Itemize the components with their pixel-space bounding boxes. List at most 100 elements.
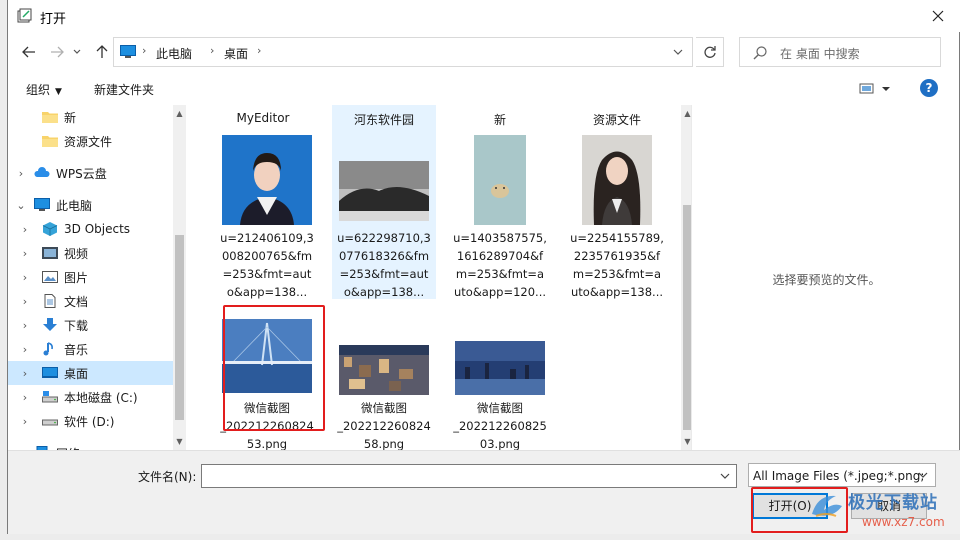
- chevron-down-icon: [918, 472, 928, 478]
- sidebar-item-videos[interactable]: › 视频: [8, 241, 173, 265]
- file-item[interactable]: 微信截图 _202212260824 58.png: [332, 309, 436, 450]
- folder-icon: [42, 112, 58, 123]
- chevron-right-icon[interactable]: ›: [8, 271, 42, 284]
- cube-icon: [42, 222, 58, 236]
- organize-menu[interactable]: 组织 ▼: [26, 81, 62, 98]
- sidebar-item-pictures[interactable]: › 图片: [8, 265, 173, 289]
- navigation-scrollbar[interactable]: ▲ ▼: [173, 105, 186, 450]
- arrow-left-icon: [22, 46, 35, 58]
- sidebar-item-network[interactable]: › 网络: [8, 441, 173, 450]
- file-item[interactable]: u=1403587575, 1616289704&f m=253&fmt=a u…: [448, 131, 552, 299]
- back-button[interactable]: [18, 41, 40, 63]
- city-thumbnail: [339, 345, 429, 395]
- scroll-down-icon[interactable]: ▼: [681, 435, 691, 449]
- sidebar-item-downloads[interactable]: › 下载: [8, 313, 173, 337]
- refresh-button[interactable]: [696, 37, 724, 67]
- scroll-down-icon[interactable]: ▼: [173, 435, 186, 449]
- file-list: MyEditor 河东软件园 新 资源文件 u=212406109,3 0082…: [186, 105, 691, 450]
- portrait-thumbnail: [222, 135, 312, 225]
- folder-item[interactable]: MyEditor: [211, 105, 315, 131]
- filename-dropdown-button[interactable]: [718, 469, 732, 483]
- file-item[interactable]: u=2254155789, 2235761935&f m=253&fmt=a u…: [565, 131, 669, 299]
- file-name-line: u=2254155789,: [570, 231, 664, 245]
- sidebar-item-label: 本地磁盘 (C:): [64, 390, 138, 405]
- forward-button[interactable]: [46, 41, 68, 63]
- scroll-up-icon[interactable]: ▲: [173, 107, 186, 121]
- sidebar-item-label: 图片: [64, 270, 89, 285]
- chevron-right-icon[interactable]: ›: [8, 167, 34, 180]
- background-window: [0, 0, 7, 540]
- cancel-button[interactable]: 取消: [851, 493, 927, 519]
- caret-down-icon: ▼: [55, 87, 62, 97]
- file-item[interactable]: u=622298710,3 077618326&fm =253&fmt=aut …: [332, 131, 436, 299]
- file-list-scrollbar[interactable]: ▲ ▼: [681, 105, 691, 450]
- sidebar-item-resources[interactable]: 资源文件: [8, 129, 173, 153]
- change-view-button[interactable]: [858, 80, 894, 98]
- breadcrumb-desktop[interactable]: 桌面: [224, 45, 248, 62]
- up-button[interactable]: [91, 41, 113, 63]
- file-name-line: o&app=138...: [226, 285, 308, 299]
- sidebar-item-drive-c[interactable]: › 本地磁盘 (C:): [8, 385, 173, 409]
- annotation-highlight-box: [223, 305, 325, 431]
- cloud-icon: [34, 167, 50, 177]
- file-name: u=622298710,3 077618326&fm =253&fmt=aut …: [332, 229, 436, 301]
- file-item[interactable]: u=212406109,3 008200765&fm =253&fmt=aut …: [215, 131, 319, 299]
- folder-item[interactable]: 河东软件园: [332, 105, 436, 131]
- close-icon: [932, 10, 944, 22]
- folder-icon: [42, 136, 58, 147]
- breadcrumb-this-pc[interactable]: 此电脑: [156, 45, 192, 62]
- chevron-right-icon[interactable]: ›: [8, 247, 42, 260]
- search-box[interactable]: 在 桌面 中搜索: [739, 37, 941, 67]
- file-name-line: 077618326&fm: [338, 249, 430, 263]
- sidebar-item-label: 此电脑: [56, 198, 93, 213]
- sidebar-item-new[interactable]: 新: [8, 105, 173, 129]
- recent-locations-button[interactable]: [70, 41, 84, 63]
- drive-icon: [42, 419, 58, 426]
- folder-item[interactable]: 资源文件: [565, 105, 669, 131]
- sidebar-item-documents[interactable]: › 文档: [8, 289, 173, 313]
- sidebar-item-label: 文档: [64, 294, 89, 309]
- chevron-right-icon[interactable]: ›: [8, 367, 42, 380]
- sidebar-item-label: 新: [64, 110, 77, 125]
- music-icon: [43, 342, 53, 356]
- file-type-select[interactable]: All Image Files (*.jpeg;*.png;: [748, 463, 936, 487]
- address-bar[interactable]: › 此电脑 › 桌面 ›: [113, 37, 693, 67]
- chevron-right-icon[interactable]: ›: [8, 223, 42, 236]
- address-dropdown-button[interactable]: [670, 44, 686, 60]
- chevron-down-icon[interactable]: ⌄: [8, 199, 34, 212]
- filename-field[interactable]: [201, 464, 737, 488]
- chevron-right-icon[interactable]: ›: [8, 295, 42, 308]
- background-window-bottom: [0, 534, 960, 540]
- sidebar-item-drive-d[interactable]: › 软件 (D:): [8, 409, 173, 433]
- sidebar-item-3d-objects[interactable]: › 3D Objects: [8, 217, 173, 241]
- scroll-up-icon[interactable]: ▲: [681, 107, 691, 121]
- sidebar-item-label: 3D Objects: [64, 222, 131, 236]
- pc-icon: [34, 198, 50, 211]
- help-button[interactable]: ?: [920, 79, 938, 97]
- arrow-right-icon: [51, 46, 64, 58]
- chevron-right-icon[interactable]: ›: [8, 391, 42, 404]
- folder-name: MyEditor: [236, 111, 290, 125]
- window-title: 打开: [40, 12, 67, 27]
- view-options-icon: [859, 83, 890, 94]
- new-folder-button[interactable]: 新建文件夹: [94, 81, 154, 98]
- scrollbar-thumb[interactable]: [683, 205, 691, 430]
- file-name-line: u=622298710,3: [337, 231, 431, 245]
- file-name-line: _202212260824: [337, 419, 431, 433]
- sidebar-item-desktop[interactable]: › 桌面: [8, 361, 173, 385]
- sidebar-item-wps-cloud[interactable]: › WPS云盘: [8, 161, 173, 185]
- file-item[interactable]: 微信截图 _202212260825 03.png: [448, 309, 552, 450]
- sidebar-item-this-pc[interactable]: ⌄ 此电脑: [8, 193, 173, 217]
- app-icon: [17, 8, 32, 23]
- arrow-up-icon: [96, 45, 108, 58]
- chevron-right-icon[interactable]: ›: [8, 415, 42, 428]
- scrollbar-thumb[interactable]: [175, 235, 184, 420]
- folder-item[interactable]: 新: [448, 105, 552, 131]
- close-button[interactable]: [915, 0, 960, 32]
- sidebar-item-label: 视频: [64, 246, 89, 261]
- chevron-right-icon[interactable]: ›: [8, 343, 42, 356]
- file-name-line: 008200765&fm: [221, 249, 313, 263]
- chevron-right-icon[interactable]: ›: [8, 319, 42, 332]
- desktop-icon: [42, 367, 58, 378]
- sidebar-item-music[interactable]: › 音乐: [8, 337, 173, 361]
